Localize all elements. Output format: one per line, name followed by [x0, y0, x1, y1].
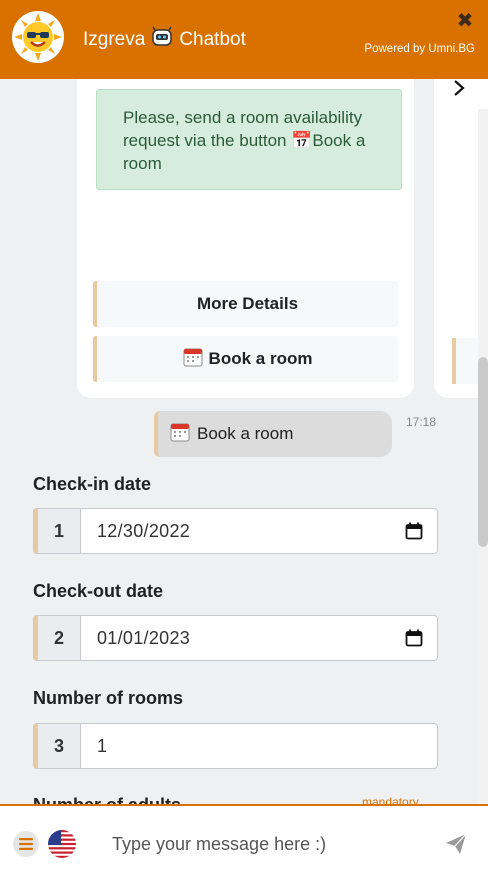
calendar-picker-icon[interactable]	[391, 616, 437, 660]
card-info-message: Please, send a room availability request…	[96, 89, 402, 190]
sun-mascot-avatar	[12, 11, 64, 63]
menu-icon[interactable]	[13, 831, 39, 857]
title-text-chatbot: Chatbot	[179, 29, 246, 50]
scrollbar-thumb[interactable]	[478, 357, 488, 547]
checkout-date-field[interactable]: 2 01/01/2023	[33, 615, 438, 661]
book-a-room-label: Book a room	[208, 349, 313, 368]
carousel-next-icon[interactable]	[444, 79, 474, 105]
checkin-date-value[interactable]: 12/30/2022	[81, 509, 391, 553]
chat-header: Izgreva Chatbot ✖ Powered by Umni.BG	[0, 0, 488, 79]
close-icon[interactable]: ✖	[452, 8, 478, 34]
rooms-label: Number of rooms	[33, 688, 184, 708]
book-a-room-button[interactable]: Book a room	[93, 336, 398, 382]
step-number: 1	[34, 509, 81, 553]
step-number: 3	[34, 724, 81, 768]
checkout-label: Check-out date	[33, 581, 164, 601]
rooms-value[interactable]: 1	[81, 724, 437, 768]
message-input[interactable]	[100, 828, 420, 860]
chat-title: Izgreva Chatbot	[83, 26, 246, 54]
calendar-icon	[170, 422, 190, 447]
checkin-date-field[interactable]: 1 12/30/2022	[33, 508, 438, 554]
chat-messages[interactable]: Please, send a room availability request…	[0, 79, 488, 804]
more-details-button[interactable]: More Details	[93, 281, 398, 327]
checkout-date-value[interactable]: 01/01/2023	[81, 616, 391, 660]
calendar-icon	[183, 347, 203, 372]
message-timestamp: 17:18	[406, 415, 437, 429]
robot-icon	[151, 26, 173, 54]
message-composer	[0, 804, 488, 874]
calendar-picker-icon[interactable]	[391, 509, 437, 553]
rooms-field[interactable]: 3 1	[33, 723, 438, 769]
step-number: 2	[34, 616, 81, 660]
user-message-text: Book a room	[197, 424, 294, 443]
us-flag-icon[interactable]	[48, 830, 76, 858]
more-details-label: More Details	[196, 294, 299, 313]
carousel-card: Please, send a room availability request…	[77, 79, 414, 398]
send-icon[interactable]	[444, 832, 470, 858]
powered-by-label: Powered by Umni.BG	[364, 43, 475, 55]
checkin-label: Check-in date	[33, 474, 152, 494]
adults-label: Number of adults	[33, 795, 181, 804]
title-text-izgreva: Izgreva	[83, 29, 146, 50]
user-message-bubble: Book a room	[154, 411, 392, 457]
mandatory-label: mandatory	[362, 795, 419, 804]
